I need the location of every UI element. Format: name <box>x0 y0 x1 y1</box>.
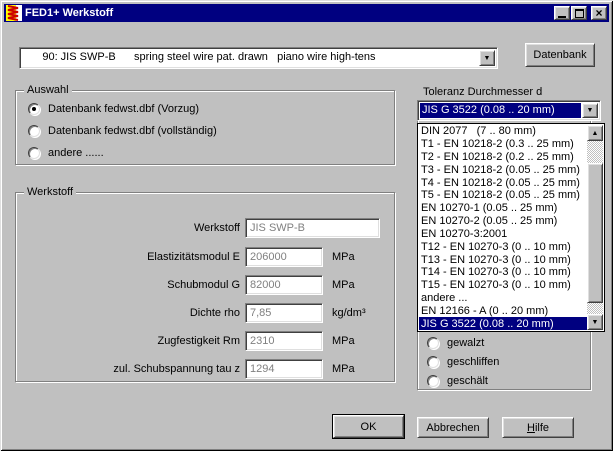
toleranz-combobox-value: JIS G 3522 (0.08 .. 20 mm) <box>420 103 581 118</box>
chevron-up-icon: ▲ <box>592 130 599 137</box>
auswahl-group-title: Auswahl <box>24 84 72 96</box>
toleranz-dropdown-list: DIN 2077 (7 .. 80 mm) T1 - EN 10218-2 (0… <box>417 123 605 332</box>
toleranz-combobox-dropdown-button[interactable]: ▼ <box>582 103 598 118</box>
toleranz-label: Toleranz Durchmesser d <box>423 86 542 98</box>
radio-icon <box>427 356 439 368</box>
field-unit: MPa <box>332 335 355 347</box>
list-item[interactable]: T14 - EN 10270-3 (0 .. 10 mm) <box>419 266 587 279</box>
radio-andere[interactable]: andere ...... <box>28 146 104 159</box>
list-item-selected[interactable]: JIS G 3522 (0.08 .. 20 mm) <box>419 317 587 330</box>
emodul-field[interactable]: 206000 <box>245 247 323 267</box>
toleranz-combobox[interactable]: JIS G 3522 (0.08 .. 20 mm) ▼ <box>417 100 601 121</box>
scroll-up-button[interactable]: ▲ <box>587 125 603 141</box>
dichte-field[interactable]: 7,85 <box>245 303 323 323</box>
field-unit: MPa <box>332 251 355 263</box>
material-combobox[interactable]: 90: JIS SWP-B spring steel wire pat. dra… <box>19 47 498 69</box>
datenbank-button[interactable]: Datenbank <box>525 43 595 67</box>
list-item[interactable]: EN 10270-2 (0.05 .. 25 mm) <box>419 215 587 228</box>
close-button[interactable]: × <box>591 6 607 20</box>
radio-datenbank-vollstaendig[interactable]: Datenbank fedwst.dbf (vollständig) <box>28 124 217 137</box>
schubspannung-field[interactable]: 1294 <box>245 359 323 379</box>
radio-geschaelt[interactable]: geschält <box>427 374 488 387</box>
radio-label: Datenbank fedwst.dbf (Vorzug) <box>48 103 199 115</box>
list-item[interactable]: T13 - EN 10270-3 (0 .. 10 mm) <box>419 253 587 266</box>
radio-icon <box>28 147 40 159</box>
radio-label: andere ...... <box>48 147 104 159</box>
radio-label: Datenbank fedwst.dbf (vollständig) <box>48 125 217 137</box>
material-combobox-dropdown-button[interactable]: ▼ <box>479 50 495 66</box>
scrollbar-thumb[interactable] <box>587 163 603 303</box>
radio-icon <box>427 375 439 387</box>
list-item[interactable]: T4 - EN 10218-2 (0.05 .. 25 mm) <box>419 176 587 189</box>
scroll-down-button[interactable]: ▼ <box>587 314 603 330</box>
ok-button-face[interactable]: OK <box>333 415 404 438</box>
gmodul-field[interactable]: 82000 <box>245 275 323 295</box>
minimize-button[interactable] <box>554 6 570 20</box>
app-spring-icon <box>6 5 22 21</box>
list-item[interactable]: andere ... <box>419 292 587 305</box>
list-item[interactable]: DIN 2077 (7 .. 80 mm) <box>419 125 587 138</box>
radio-icon <box>28 125 40 137</box>
maximize-icon <box>575 9 584 18</box>
maximize-button[interactable] <box>571 6 587 20</box>
radio-label: gewalzt <box>447 337 484 349</box>
field-row-dichte: Dichte rho 7,85 kg/dm³ <box>30 302 366 323</box>
list-item[interactable]: EN 12166 - A (0 .. 20 mm) <box>419 304 587 317</box>
field-row-emodul: Elastizitätsmodul E 206000 MPa <box>30 246 355 267</box>
help-label-rest: ilfe <box>535 422 549 434</box>
radio-datenbank-vorzug[interactable]: Datenbank fedwst.dbf (Vorzug) <box>28 102 199 115</box>
chevron-down-icon: ▼ <box>592 319 599 326</box>
field-unit: kg/dm³ <box>332 307 366 319</box>
list-item[interactable]: T12 - EN 10270-3 (0 .. 10 mm) <box>419 240 587 253</box>
list-item[interactable]: EN 10270-3:2001 <box>419 228 587 241</box>
field-row-zugfestigkeit: Zugfestigkeit Rm 2310 MPa <box>30 330 355 351</box>
werkstoff-dialog: FED1+ Werkstoff × 90: JIS SWP-B spring s… <box>0 0 613 451</box>
field-row-schubspannung: zul. Schubspannung tau z 1294 MPa <box>30 358 355 379</box>
field-unit: MPa <box>332 279 355 291</box>
list-item[interactable]: T15 - EN 10270-3 (0 .. 10 mm) <box>419 279 587 292</box>
cancel-button[interactable]: Abbrechen <box>417 417 489 438</box>
radio-icon <box>28 103 40 115</box>
list-item[interactable]: T3 - EN 10218-2 (0.05 .. 25 mm) <box>419 163 587 176</box>
werkstoff-field[interactable]: JIS SWP-B <box>245 218 380 238</box>
field-label: Zugfestigkeit Rm <box>30 335 240 347</box>
titlebar[interactable]: FED1+ Werkstoff × <box>4 4 609 22</box>
window-title: FED1+ Werkstoff <box>23 7 553 19</box>
minimize-icon <box>558 8 566 18</box>
list-item[interactable]: EN 10270-1 (0.05 .. 25 mm) <box>419 202 587 215</box>
radio-label: geschält <box>447 375 488 387</box>
list-item[interactable]: T5 - EN 10218-2 (0.05 .. 25 mm) <box>419 189 587 202</box>
field-label: Dichte rho <box>30 307 240 319</box>
radio-icon <box>427 337 439 349</box>
werkstoff-group-title: Werkstoff <box>24 186 76 198</box>
list-item[interactable]: T1 - EN 10218-2 (0.3 .. 25 mm) <box>419 138 587 151</box>
field-row-gmodul: Schubmodul G 82000 MPa <box>30 274 355 295</box>
chevron-down-icon: ▼ <box>484 55 491 62</box>
material-combobox-value: 90: JIS SWP-B spring steel wire pat. dra… <box>20 48 497 66</box>
radio-geschliffen[interactable]: geschliffen <box>427 355 499 368</box>
help-label-underlined: H <box>527 422 535 434</box>
field-label: Schubmodul G <box>30 279 240 291</box>
radio-label: geschliffen <box>447 356 499 368</box>
field-label: Elastizitätsmodul E <box>30 251 240 263</box>
field-row-werkstoff: Werkstoff JIS SWP-B <box>30 217 389 238</box>
radio-gewalzt[interactable]: gewalzt <box>427 336 484 349</box>
ok-button[interactable]: OK <box>332 414 405 439</box>
list-scrollbar[interactable]: ▲ ▼ <box>587 125 603 330</box>
toleranz-list-items: DIN 2077 (7 .. 80 mm) T1 - EN 10218-2 (0… <box>419 125 587 330</box>
chevron-down-icon: ▼ <box>587 107 594 114</box>
zugfestigkeit-field[interactable]: 2310 <box>245 331 323 351</box>
close-icon: × <box>595 8 602 18</box>
help-button[interactable]: Hilfe <box>502 417 574 438</box>
list-item[interactable]: T2 - EN 10218-2 (0.2 .. 25 mm) <box>419 151 587 164</box>
field-label: zul. Schubspannung tau z <box>30 363 240 375</box>
field-label: Werkstoff <box>30 222 240 234</box>
field-unit: MPa <box>332 363 355 375</box>
